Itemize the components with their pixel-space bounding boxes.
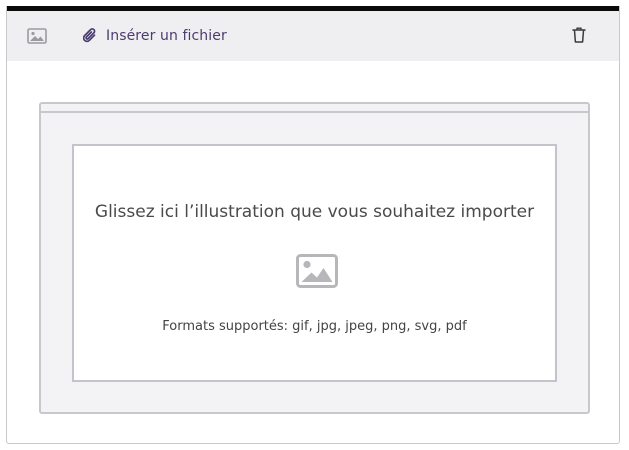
upload-area-frame: Glissez ici l’illustration que vous souh… bbox=[39, 102, 590, 414]
insert-file-button[interactable]: Insérer un fichier bbox=[82, 24, 227, 48]
image-placeholder-icon bbox=[296, 254, 338, 288]
editor-toolbar: Insérer un fichier bbox=[7, 11, 619, 61]
frame-divider bbox=[41, 111, 588, 113]
insert-file-label: Insérer un fichier bbox=[106, 28, 227, 44]
dropzone-title: Glissez ici l’illustration que vous souh… bbox=[94, 202, 535, 222]
paperclip-icon bbox=[82, 28, 97, 44]
supported-formats-text: Formats supportés: gif, jpg, jpeg, png, … bbox=[162, 319, 467, 334]
image-upload-card: Insérer un fichier Glissez ici l’illustr… bbox=[6, 6, 620, 444]
trash-icon[interactable] bbox=[572, 26, 586, 44]
image-icon[interactable] bbox=[27, 28, 47, 44]
file-dropzone[interactable]: Glissez ici l’illustration que vous souh… bbox=[72, 144, 557, 382]
